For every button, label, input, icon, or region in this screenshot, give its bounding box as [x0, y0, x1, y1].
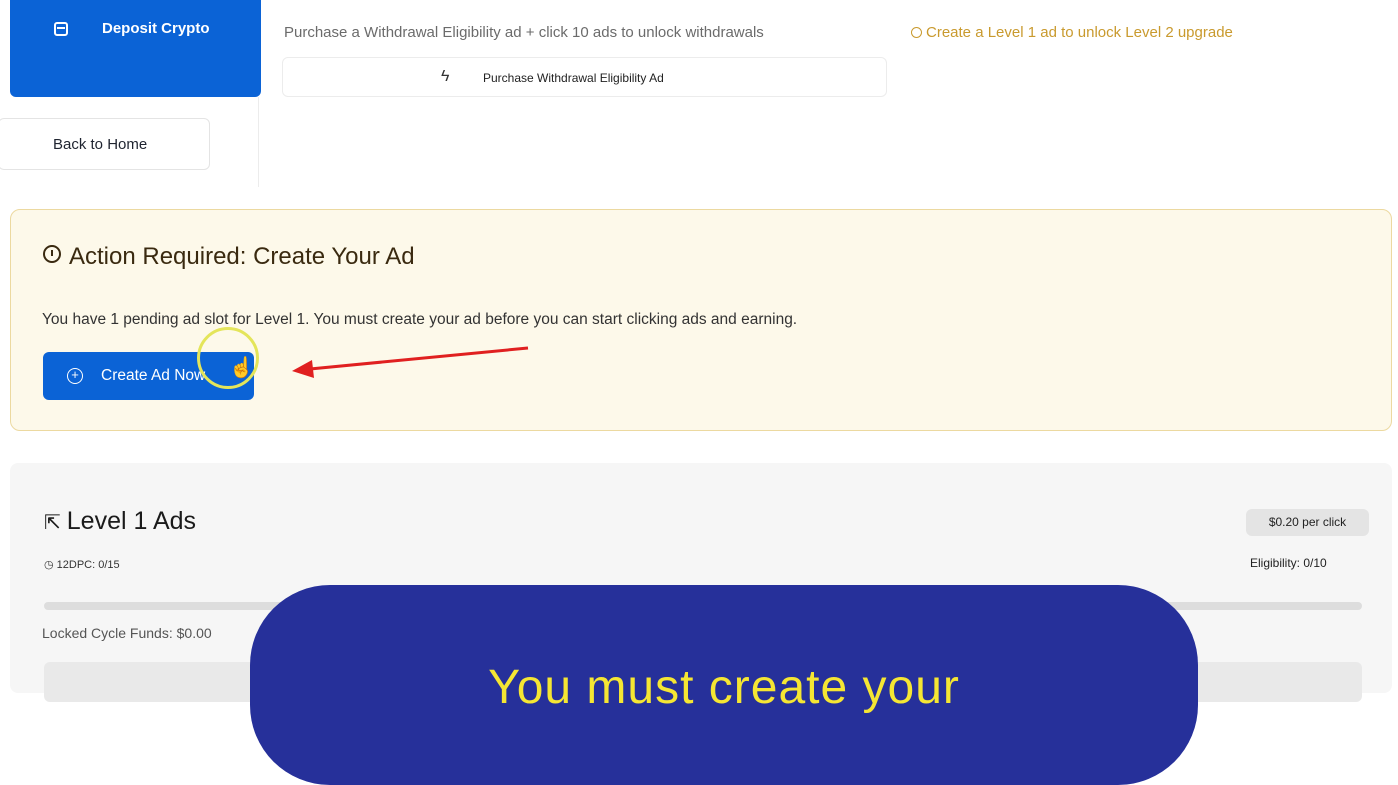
dpc-counter-text: 12DPC: 0/15	[56, 559, 120, 571]
action-required-description: You have 1 pending ad slot for Level 1. …	[42, 311, 798, 328]
create-ad-now-label: Create Ad Now	[101, 367, 206, 384]
purchase-withdrawal-ad-button[interactable]: ϟ Purchase Withdrawal Eligibility Ad	[282, 57, 887, 97]
level-1-ads-title: ⇱ Level 1 Ads	[44, 507, 196, 536]
info-circle-icon	[911, 27, 922, 38]
action-required-title-text: Action Required: Create Your Ad	[69, 243, 415, 270]
level-1-ads-title-text: Level 1 Ads	[66, 507, 197, 535]
plus-circle-icon: +	[67, 368, 83, 384]
caption-overlay: You must create your	[250, 585, 1198, 785]
purchase-withdrawal-ad-label: Purchase Withdrawal Eligibility Ad	[483, 71, 664, 85]
withdrawal-info-text: Purchase a Withdrawal Eligibility ad + c…	[284, 24, 764, 41]
action-required-title: Action Required: Create Your Ad	[43, 243, 415, 271]
alert-circle-icon	[43, 245, 61, 263]
back-to-home-button[interactable]: Back to Home	[0, 118, 210, 170]
column-divider	[258, 97, 259, 187]
hand-cursor-icon: ☝	[229, 357, 254, 379]
caption-text: You must create your	[488, 661, 960, 714]
locked-cycle-funds: Locked Cycle Funds: $0.00	[42, 625, 212, 641]
lightning-icon: ϟ	[441, 68, 450, 85]
level-upgrade-warning-text: Create a Level 1 ad to unlock Level 2 up…	[926, 24, 1233, 41]
deposit-crypto-label: Deposit Crypto	[102, 20, 210, 37]
wallet-icon	[54, 22, 68, 36]
deposit-crypto-button[interactable]: Deposit Crypto	[10, 0, 261, 97]
annotation-arrow-icon	[292, 346, 529, 378]
eligibility-counter: Eligibility: 0/10	[1250, 556, 1327, 570]
action-required-panel: Action Required: Create Your Ad You have…	[10, 209, 1392, 431]
dpc-counter: ◷ 12DPC: 0/15	[44, 558, 120, 571]
cursor-arrow-icon: ⇱	[44, 512, 61, 534]
clock-icon: ◷	[44, 559, 57, 571]
level-upgrade-warning: Create a Level 1 ad to unlock Level 2 up…	[911, 24, 1233, 41]
price-per-click-badge: $0.20 per click	[1246, 509, 1369, 536]
